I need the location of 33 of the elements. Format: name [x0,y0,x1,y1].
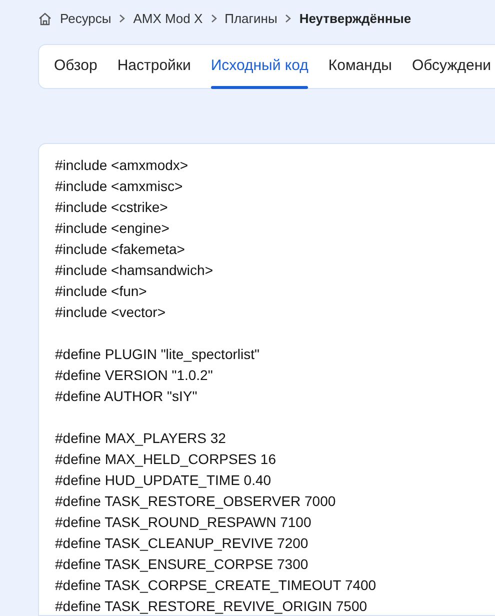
code-line: #include <fun> [55,282,148,301]
tab[interactable]: Обзор [54,44,98,88]
code-line: #define TASK_CLEANUP_REVIVE 7200 [55,534,310,553]
code-line: #include <hamsandwich> [55,260,214,280]
breadcrumb-link[interactable]: Ресурсы [60,9,112,29]
code-line: #define VERSION "1.0.2" [55,366,214,385]
code-line: #include <fakemeta> [55,240,186,259]
code-line: #define MAX_HELD_CORPSES 16 [55,450,277,469]
chevron-icon [210,14,217,24]
chevron-icon [285,14,292,24]
breadcrumb-link[interactable]: Плагины [224,9,278,29]
breadcrumb-link[interactable]: AMX Mod X [133,9,203,29]
code-line: #define HUD_UPDATE_TIME 0.40 [55,470,272,490]
code-line: #define TASK_RESTORE_REVIVE_ORIGIN 7500 [55,596,368,616]
code-line: #include <vector> [55,302,167,322]
code-line: #define PLUGIN "lite_spectorlist" [55,344,260,364]
tab[interactable]: Обсуждени [412,44,492,88]
tab[interactable]: Команды [328,44,392,88]
tab[interactable]: Исходный код [210,44,308,88]
code-line: #define MAX_PLAYERS 32 [55,428,227,448]
code-line: #define TASK_RESTORE_OBSERVER 7000 [55,492,337,511]
code-line: #define TASK_CORPSE_CREATE_TIMEOUT 7400 [55,576,378,595]
home-icon[interactable] [38,12,52,26]
code-line: #define TASK_ENSURE_CORPSE 7300 [55,554,310,574]
code-line: #include <amxmisc> [55,176,184,196]
code-line: #include <cstrike> [55,198,169,217]
code-line: #include <amxmodx> [55,156,190,175]
code-line: #define AUTHOR "sIY" [55,386,198,406]
code-line: #define TASK_ROUND_RESPAWN 7100 [55,512,312,532]
code-line: #include <engine> [55,218,170,238]
chevron-icon [119,14,126,24]
tab[interactable]: Настройки [117,44,191,88]
breadcrumb-current: Неутверждённые [299,10,412,28]
